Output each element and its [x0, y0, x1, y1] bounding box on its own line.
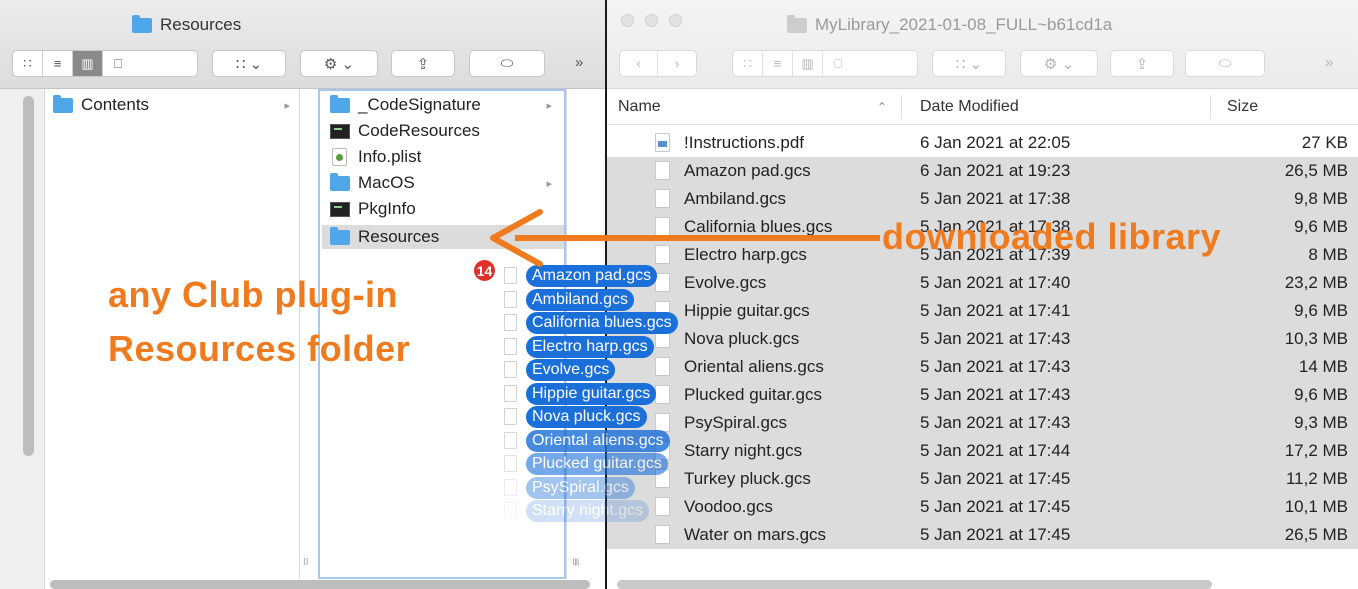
screenshot: Resources ∷ ≡ ▥ ⎕ ∷ ⌄ ⚙ ⌄ ⇪ ⬭ » Contents…: [0, 0, 1358, 589]
resources-folder-label-line2: Resources folder: [108, 328, 411, 369]
downloaded-library-label: downloaded library: [882, 216, 1222, 257]
resources-folder-label-line1: any Club plug-in: [108, 274, 398, 315]
